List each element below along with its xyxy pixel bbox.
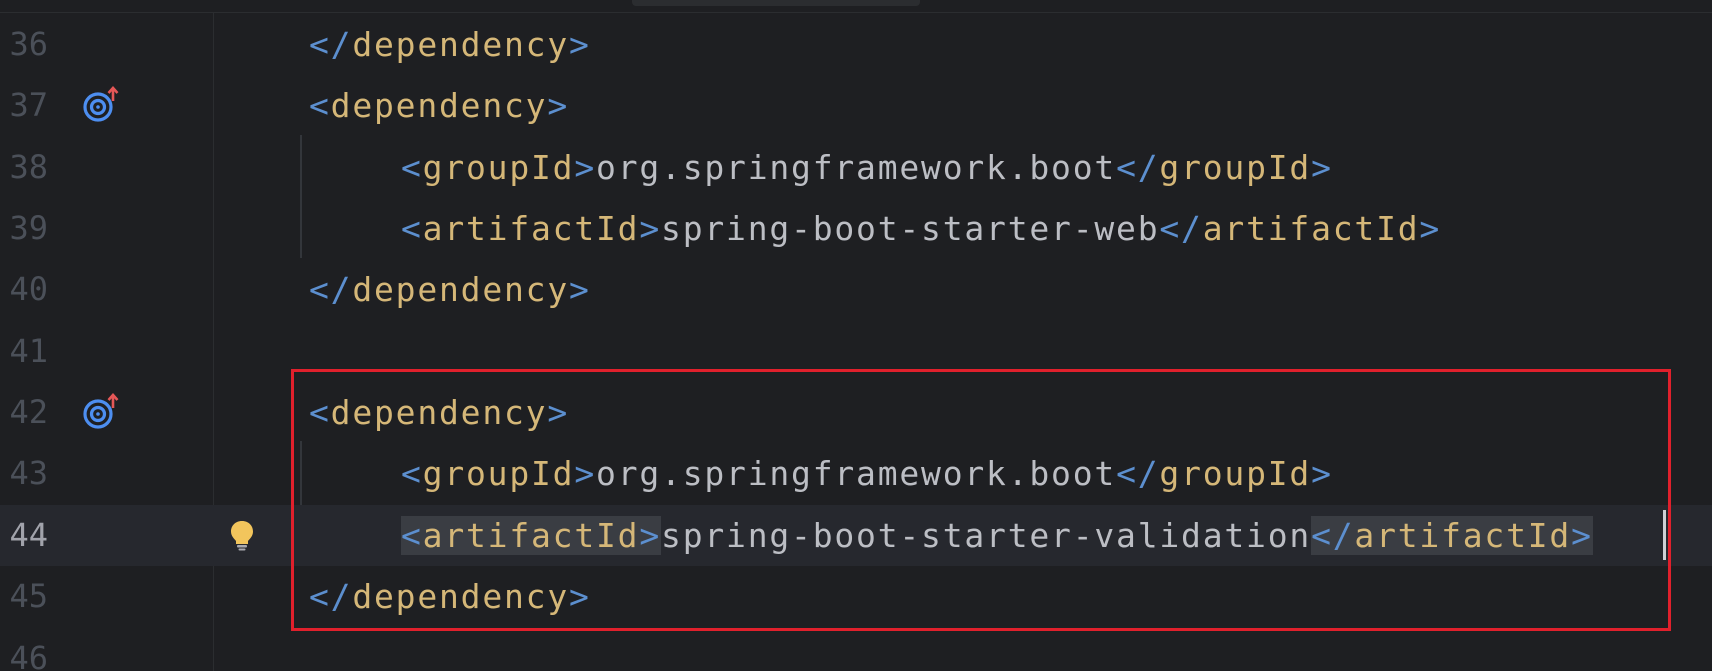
- closing-tag-open-bracket: </: [1159, 209, 1203, 248]
- closing-tag-close-bracket: >: [1311, 148, 1333, 187]
- code-line-37[interactable]: 37 <dependency>: [0, 75, 1712, 136]
- line-content[interactable]: <dependency>: [309, 75, 569, 136]
- line-content[interactable]: </dependency>: [309, 14, 591, 75]
- line-number: 37: [9, 86, 48, 124]
- editor-tab-strip: [0, 0, 1712, 13]
- code-line-39[interactable]: 39 <artifactId>spring-boot-starter-web</…: [0, 198, 1712, 259]
- closing-tag-open-bracket: </: [1116, 148, 1160, 187]
- closing-tag-close-bracket: >: [1419, 209, 1442, 248]
- line-number: 36: [9, 25, 48, 63]
- code-editor[interactable]: 36 </dependency> 37 <dependency> 38 <gro…: [0, 0, 1712, 671]
- line-number: 41: [9, 332, 48, 370]
- tag-name: groupId: [422, 148, 575, 187]
- line-number: 44: [9, 516, 48, 554]
- tag-open-bracket: </: [309, 270, 353, 309]
- code-line-40[interactable]: 40 </dependency>: [0, 259, 1712, 320]
- maven-dependency-update-icon[interactable]: [82, 392, 122, 432]
- tag-open-bracket: <: [401, 148, 423, 187]
- line-number: 45: [9, 577, 48, 615]
- line-content[interactable]: <artifactId>spring-boot-starter-web</art…: [401, 198, 1441, 259]
- code-line-38[interactable]: 38 <groupId>org.springframework.boot</gr…: [0, 137, 1712, 198]
- closing-tag-name: artifactId: [1202, 209, 1420, 248]
- tag-open-bracket: <: [309, 86, 331, 125]
- tag-close-bracket: >: [547, 86, 570, 125]
- line-number: 43: [9, 454, 48, 492]
- line-number: 38: [9, 148, 48, 186]
- tag-name: dependency: [330, 86, 548, 125]
- tag-text-value: org.springframework.boot: [596, 148, 1117, 187]
- editor-tab[interactable]: [632, 0, 920, 6]
- line-number: 39: [9, 209, 48, 247]
- tag-open-bracket: <: [401, 209, 423, 248]
- line-content[interactable]: </dependency>: [309, 259, 591, 320]
- code-line-46[interactable]: 46: [0, 628, 1712, 671]
- line-number: 42: [9, 393, 48, 431]
- tag-name: dependency: [352, 25, 570, 64]
- tag-close-bracket: >: [569, 270, 591, 309]
- code-line-36[interactable]: 36 </dependency>: [0, 14, 1712, 75]
- tag-close-bracket: >: [639, 209, 662, 248]
- lightbulb-icon[interactable]: [228, 519, 256, 551]
- tag-open-bracket: </: [309, 25, 353, 64]
- line-number: 40: [9, 270, 48, 308]
- tag-close-bracket: >: [574, 148, 597, 187]
- highlight-annotation-box: [291, 369, 1671, 631]
- line-content[interactable]: <groupId>org.springframework.boot</group…: [401, 137, 1333, 198]
- tag-name: dependency: [352, 270, 570, 309]
- maven-dependency-update-icon[interactable]: [82, 85, 122, 125]
- line-number: 46: [9, 639, 48, 671]
- tag-name: artifactId: [422, 209, 640, 248]
- tag-close-bracket: >: [569, 25, 591, 64]
- closing-tag-name: groupId: [1159, 148, 1312, 187]
- tag-text-value: spring-boot-starter-web: [661, 209, 1160, 248]
